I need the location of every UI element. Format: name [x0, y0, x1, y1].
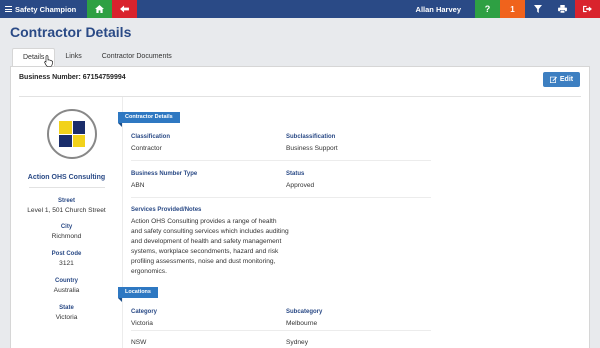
state-label: State — [59, 305, 74, 311]
business-number: Business Number: 67154759994 — [19, 74, 126, 81]
row-divider — [131, 160, 431, 161]
classification-field: Classification Contractor — [131, 134, 281, 154]
locations-ribbon: Locations — [118, 287, 158, 302]
alert-button[interactable]: 1 — [500, 0, 525, 18]
tab-links[interactable]: Links — [55, 48, 91, 66]
user-name[interactable]: Allan Harvey — [416, 5, 475, 14]
category-value: Victoria — [131, 320, 153, 327]
subcategory-value: Sydney — [286, 339, 308, 346]
state-value: Victoria — [55, 314, 78, 321]
classification-value: Contractor — [131, 145, 162, 152]
subcategory-label: Subcategory — [286, 309, 323, 315]
page-title: Contractor Details — [10, 24, 132, 40]
home-button[interactable] — [87, 0, 112, 18]
city-field: City Richmond — [11, 224, 122, 240]
postcode-value: 3121 — [59, 260, 74, 267]
bn-type-label: Business Number Type — [131, 171, 198, 177]
filter-icon — [533, 5, 542, 13]
subclassification-value: Business Support — [286, 145, 338, 152]
bn-type-field: Business Number Type ABN — [131, 171, 281, 191]
services-label: Services Provided/Notes — [131, 207, 202, 213]
city-value: Richmond — [51, 233, 82, 240]
help-icon: ? — [484, 4, 491, 14]
app-brand[interactable]: Safety Champion — [0, 0, 87, 18]
subcategory-value: Melbourne — [286, 320, 318, 327]
postcode-field: Post Code 3121 — [11, 251, 122, 267]
status-label: Status — [286, 171, 305, 177]
bn-type-value: ABN — [131, 182, 145, 189]
alert-count: 1 — [510, 4, 515, 14]
edit-button[interactable]: Edit — [543, 72, 580, 87]
help-button[interactable]: ? — [475, 0, 500, 18]
back-button[interactable] — [112, 0, 137, 18]
location-row-2-category: NSW — [131, 334, 281, 348]
country-label: Country — [55, 278, 78, 284]
row-divider — [131, 330, 431, 331]
logo-mark — [59, 121, 85, 147]
brand-name: Safety Champion — [15, 4, 77, 14]
location-row-1-subcategory: Subcategory Melbourne — [286, 309, 436, 329]
home-icon — [95, 5, 104, 13]
hand-cursor-icon — [44, 55, 53, 67]
location-row-1-category: Category Victoria — [131, 309, 281, 329]
category-label: Category — [131, 309, 158, 315]
details-panel: Business Number: 67154759994 Edit Action… — [10, 66, 590, 348]
street-value: Level 1, 501 Church Street — [27, 207, 106, 214]
street-label: Street — [57, 198, 75, 204]
header-divider — [19, 96, 581, 97]
street-field: Street Level 1, 501 Church Street — [11, 198, 122, 214]
column-divider — [122, 97, 123, 348]
country-field: Country Australia — [11, 278, 122, 294]
subclassification-label: Subclassification — [286, 134, 336, 140]
subclassification-field: Subclassification Business Support — [286, 134, 436, 154]
filter-button[interactable] — [525, 0, 550, 18]
classification-label: Classification — [131, 134, 171, 140]
row-divider — [131, 197, 431, 198]
print-icon — [558, 5, 567, 13]
services-field: Services Provided/Notes Action OHS Consu… — [131, 207, 289, 277]
city-label: City — [60, 224, 73, 230]
status-field: Status Approved — [286, 171, 436, 191]
tab-bar: Details Links Contractor Documents — [12, 48, 182, 66]
services-value: Action OHS Consulting provides a range o… — [131, 218, 289, 275]
logout-icon — [583, 5, 592, 13]
postcode-label: Post Code — [51, 251, 82, 257]
edit-label: Edit — [559, 76, 574, 83]
top-navbar: Safety Champion Allan Harvey ? 1 — [0, 0, 600, 18]
back-arrow-icon — [120, 5, 129, 13]
company-logo — [47, 109, 97, 159]
country-value: Australia — [53, 287, 80, 294]
company-divider — [29, 187, 105, 188]
status-value: Approved — [286, 182, 315, 189]
logout-button[interactable] — [575, 0, 600, 18]
print-button[interactable] — [550, 0, 575, 18]
tab-contractor-documents[interactable]: Contractor Documents — [92, 48, 182, 66]
state-field: State Victoria — [11, 305, 122, 321]
company-name: Action OHS Consulting — [27, 174, 106, 181]
menu-icon[interactable] — [5, 5, 12, 13]
location-row-2-subcategory: Sydney — [286, 334, 436, 348]
edit-icon — [549, 76, 557, 83]
contractor-details-ribbon: Contractor Details — [118, 112, 180, 127]
category-value: NSW — [131, 339, 147, 346]
